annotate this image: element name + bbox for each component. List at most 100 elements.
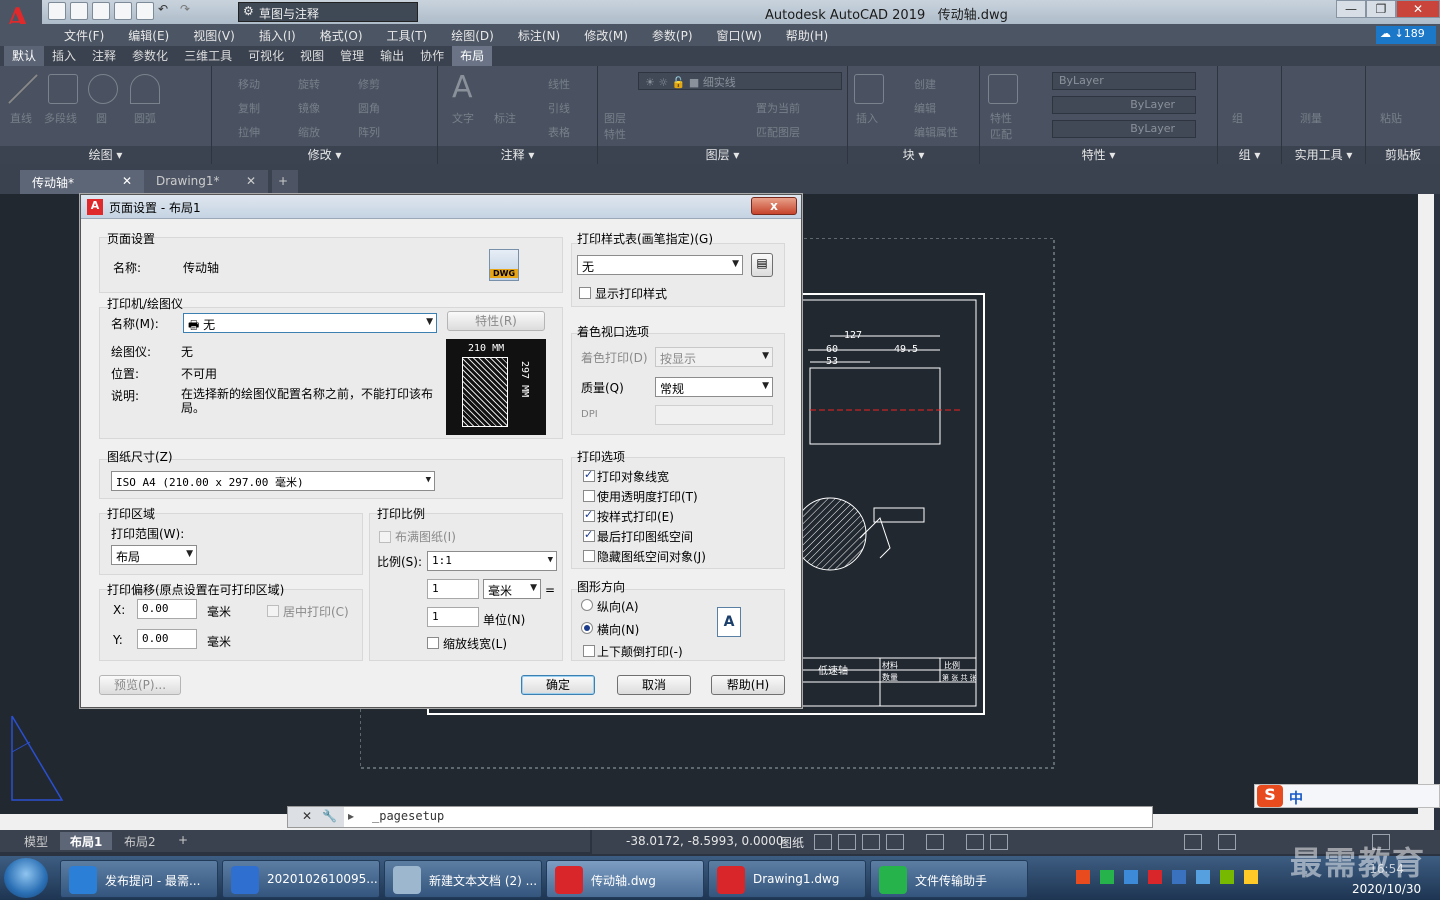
scale-value-2-input[interactable]: 1 xyxy=(427,607,479,627)
add-layout-button[interactable]: + xyxy=(168,832,198,850)
grid-icon[interactable] xyxy=(814,834,832,850)
close-icon[interactable]: ✕ xyxy=(122,174,132,188)
arc-icon[interactable] xyxy=(130,74,160,104)
ribbon-tab-8[interactable]: 输出 xyxy=(372,46,412,66)
clock[interactable]: 16:54 2020/10/30 xyxy=(1352,862,1421,896)
task-notepad[interactable]: 新建文本文档 (2) ... xyxy=(384,860,542,898)
menu-1[interactable]: 编辑(E) xyxy=(116,27,181,44)
menu-4[interactable]: 格式(O) xyxy=(308,27,375,44)
cloud-badge[interactable]: ☁ ↓189 xyxy=(1376,26,1436,44)
insert-tool[interactable]: 插入 xyxy=(856,110,878,126)
minimize-button[interactable]: — xyxy=(1336,0,1366,18)
task-autocad-2[interactable]: Drawing1.dwg xyxy=(708,860,866,898)
panel-label-draw[interactable]: 绘图 ▾ xyxy=(0,146,211,164)
close-icon[interactable]: ✕ xyxy=(246,174,256,188)
match-layer[interactable]: 匹配图层 xyxy=(756,124,800,140)
ribbon-tab-6[interactable]: 视图 xyxy=(292,46,332,66)
new-tab-button[interactable]: + xyxy=(272,170,298,194)
panel-label-annotation[interactable]: 注释 ▾ xyxy=(438,146,597,164)
scale-dropdown[interactable]: 1:1 xyxy=(427,551,557,571)
menu-10[interactable]: 窗口(W) xyxy=(705,27,774,44)
edit-style-button[interactable]: ▤ xyxy=(751,253,773,277)
rotate-tool[interactable]: 旋转 xyxy=(298,76,320,92)
paste-tool[interactable]: 粘贴 xyxy=(1380,110,1402,126)
fit-to-paper-checkbox[interactable] xyxy=(379,531,391,543)
save-as-icon[interactable] xyxy=(114,2,132,20)
center-plot-checkbox[interactable] xyxy=(267,605,279,617)
leader-tool[interactable]: 引线 xyxy=(548,100,570,116)
insert-block-icon[interactable] xyxy=(854,74,884,104)
quality-dropdown[interactable]: 常规 xyxy=(655,377,773,397)
open-icon[interactable] xyxy=(70,2,88,20)
weibo-tray-icon[interactable] xyxy=(1148,870,1162,884)
help-button[interactable]: 帮助(H) xyxy=(711,675,785,695)
plot-option-checkbox[interactable] xyxy=(583,550,595,562)
layer-properties[interactable]: 图层特性 xyxy=(604,110,634,142)
menu-0[interactable]: 文件(F) xyxy=(52,27,116,44)
task-autocad-1[interactable]: 传动轴.dwg xyxy=(546,860,704,898)
edit-tool[interactable]: 编辑 xyxy=(914,100,936,116)
doc-tab-chuandongzhou[interactable]: 传动轴* ✕ xyxy=(20,170,144,194)
panel-label-block[interactable]: 块 ▾ xyxy=(848,146,979,164)
measure-tool[interactable]: 测量 xyxy=(1300,110,1322,126)
show-plot-styles-checkbox[interactable] xyxy=(579,287,591,299)
start-button[interactable] xyxy=(4,858,48,898)
printer-name-dropdown[interactable]: 🖶 无 xyxy=(183,313,437,333)
line-icon[interactable] xyxy=(8,74,38,104)
polar-icon[interactable] xyxy=(886,834,904,850)
qq-tray-icon[interactable] xyxy=(1244,870,1258,884)
scale-tool[interactable]: 缩放 xyxy=(298,124,320,140)
panel-label-utilities[interactable]: 实用工具 ▾ xyxy=(1282,146,1365,164)
sogou-tray-icon[interactable] xyxy=(1076,870,1090,884)
menu-8[interactable]: 修改(M) xyxy=(572,27,640,44)
menu-3[interactable]: 插入(I) xyxy=(247,27,308,44)
plot-style-dropdown[interactable]: 无 xyxy=(577,255,743,275)
wrench-icon[interactable]: 🔧 xyxy=(322,809,337,823)
ribbon-tab-0[interactable]: 默认 xyxy=(4,46,45,66)
scale-lineweights-checkbox[interactable] xyxy=(427,637,439,649)
scale-value-1-input[interactable]: 1 xyxy=(427,579,479,599)
table-tool[interactable]: 表格 xyxy=(548,124,570,140)
ortho-icon[interactable] xyxy=(862,834,880,850)
offset-y-input[interactable]: 0.00 xyxy=(137,629,197,649)
panel-label-modify[interactable]: 修改 ▾ xyxy=(212,146,437,164)
ribbon-tab-5[interactable]: 可视化 xyxy=(240,46,292,66)
draw-tool-arc[interactable]: 圆弧 xyxy=(134,110,156,126)
printer-properties-button[interactable]: 特性(R) xyxy=(447,311,545,331)
task-ie[interactable]: 发布提问 - 最需... xyxy=(60,860,218,898)
save-icon[interactable] xyxy=(92,2,110,20)
copy-tool[interactable]: 复制 xyxy=(238,100,260,116)
portrait-radio[interactable] xyxy=(581,599,593,611)
tab-model[interactable]: 模型 xyxy=(14,832,58,850)
fillet-tool[interactable]: 圆角 xyxy=(358,100,380,116)
workspace-dropdown[interactable]: 草图与注释 xyxy=(238,2,418,22)
stretch-tool[interactable]: 拉伸 xyxy=(238,124,260,140)
osnap-icon[interactable] xyxy=(926,834,944,850)
undo-icon[interactable]: ↶ xyxy=(158,2,176,20)
color-dropdown[interactable]: ByLayer xyxy=(1052,72,1196,90)
dialog-close-button[interactable]: x xyxy=(751,197,797,215)
ribbon-tab-9[interactable]: 协作 xyxy=(412,46,452,66)
offset-x-input[interactable]: 0.00 xyxy=(137,599,197,619)
vertical-scrollbar[interactable] xyxy=(1418,194,1434,830)
wechat-tray-icon[interactable] xyxy=(1100,870,1114,884)
redo-icon[interactable]: ↷ xyxy=(180,2,198,20)
trim-tool[interactable]: 修剪 xyxy=(358,76,380,92)
array-tool[interactable]: 阵列 xyxy=(358,124,380,140)
move-tool[interactable]: 移动 xyxy=(238,76,260,92)
linear-tool[interactable]: 线性 xyxy=(548,76,570,92)
command-prompt-icon[interactable]: ▸ xyxy=(348,809,354,823)
box-tray-icon[interactable] xyxy=(1196,870,1210,884)
circle-icon[interactable] xyxy=(88,74,118,104)
upside-down-checkbox[interactable] xyxy=(583,645,595,657)
group-tool[interactable]: 组 xyxy=(1232,110,1243,126)
task-video[interactable]: 2020102610095... xyxy=(222,860,380,898)
snap-icon[interactable] xyxy=(838,834,856,850)
set-current[interactable]: 置为当前 xyxy=(756,100,800,116)
ribbon-tab-2[interactable]: 注释 xyxy=(84,46,124,66)
tab-layout1[interactable]: 布局1 xyxy=(60,832,113,850)
layer-dropdown[interactable]: ☀ ☼ 🔓 ■ 细实线 xyxy=(638,72,842,90)
draw-tool-circle[interactable]: 圆 xyxy=(96,110,107,126)
menu-9[interactable]: 参数(P) xyxy=(640,27,705,44)
print-icon[interactable] xyxy=(136,2,154,20)
